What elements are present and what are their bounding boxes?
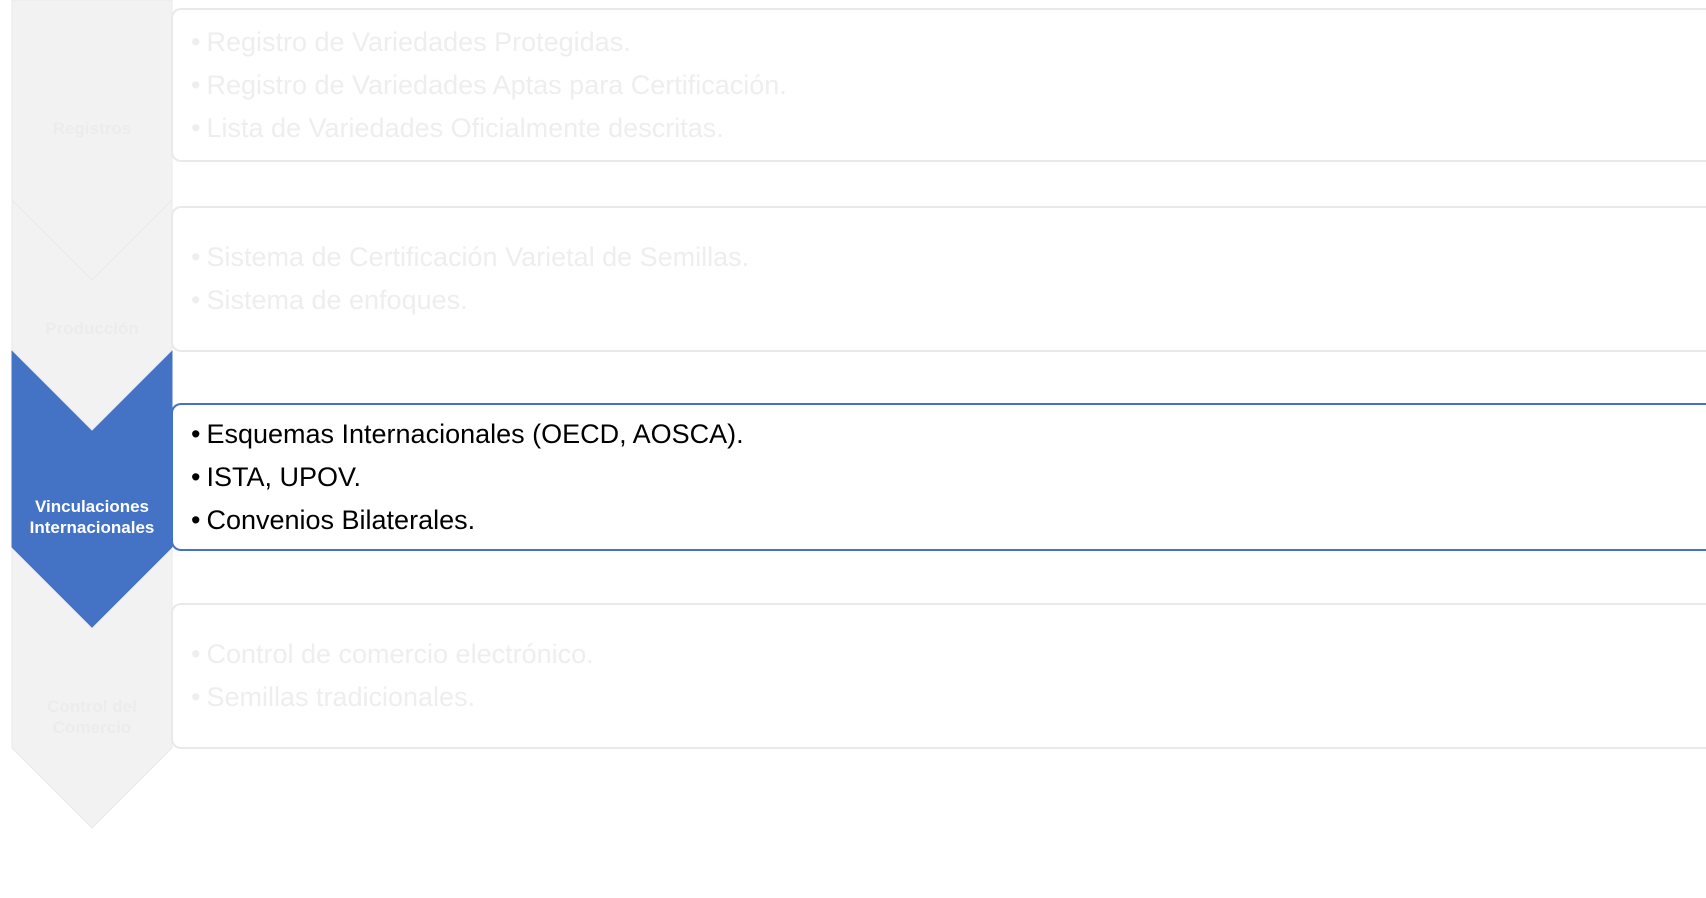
bullet: • — [191, 682, 201, 712]
step-label-control-comercio: Control del Comercio — [12, 696, 172, 738]
step-label-line: Control del — [47, 697, 137, 716]
step-panel-vinculaciones: • Esquemas Internacionales (OECD, AOSCA).… — [171, 403, 1706, 551]
bullet: • — [191, 26, 201, 57]
list-item: • Registro de Variedades Protegidas. — [191, 26, 631, 57]
list-item: • Sistema de enfoques. — [191, 285, 468, 315]
list-item: • Semillas tradicionales. — [191, 682, 476, 712]
step-panel-registros: • Registro de Variedades Protegidas. • Reg… — [171, 8, 1706, 162]
list-item: • Control de comercio electrónico. — [191, 639, 594, 669]
step-label-registros: Registros — [12, 118, 172, 139]
process-diagram: Registros • Registro de Variedades Proteg… — [0, 0, 1706, 898]
step-label-line: Vinculaciones — [34, 497, 149, 516]
bullet: • — [191, 639, 201, 669]
bullet: • — [191, 242, 201, 272]
step-item-list: • Esquemas Internacionales (OECD, AOSCA).… — [191, 413, 1706, 542]
step-label-produccion: Producción — [12, 318, 172, 339]
step-label-text: Producción — [45, 319, 139, 338]
step-panel-control-comercio: • Control de comercio electrónico. • Semil… — [171, 603, 1706, 749]
step-item-list: • Registro de Variedades Protegidas. • Reg… — [191, 21, 1706, 150]
step-label-vinculaciones: Vinculaciones Internacionales — [12, 496, 172, 538]
bullet: • — [191, 69, 201, 100]
list-item: • Lista de Variedades Oficialmente descri… — [191, 112, 724, 143]
bullet: • — [191, 461, 201, 492]
bullet: • — [191, 285, 201, 315]
bullet: • — [191, 112, 201, 143]
bullet: • — [191, 504, 201, 535]
step-item-list: • Control de comercio electrónico. • Semil… — [191, 633, 1706, 719]
step-label-line: Comercio — [52, 718, 132, 737]
list-item: • ISTA, UPOV. — [191, 461, 362, 492]
step-item-list: • Sistema de Certificación Varietal de Se… — [191, 236, 1706, 322]
list-item: • Convenios Bilaterales. — [191, 504, 476, 535]
step-label-text: Registros — [52, 119, 132, 138]
list-item: • Sistema de Certificación Varietal de Se… — [191, 242, 750, 272]
step-panel-produccion: • Sistema de Certificación Varietal de Se… — [171, 206, 1706, 352]
list-item: • Esquemas Internacionales (OECD, AOSCA). — [191, 418, 744, 449]
list-item: • Registro de Variedades Aptas para Certi… — [191, 69, 787, 100]
bullet: • — [191, 418, 201, 449]
step-label-line: Internacionales — [29, 518, 155, 537]
